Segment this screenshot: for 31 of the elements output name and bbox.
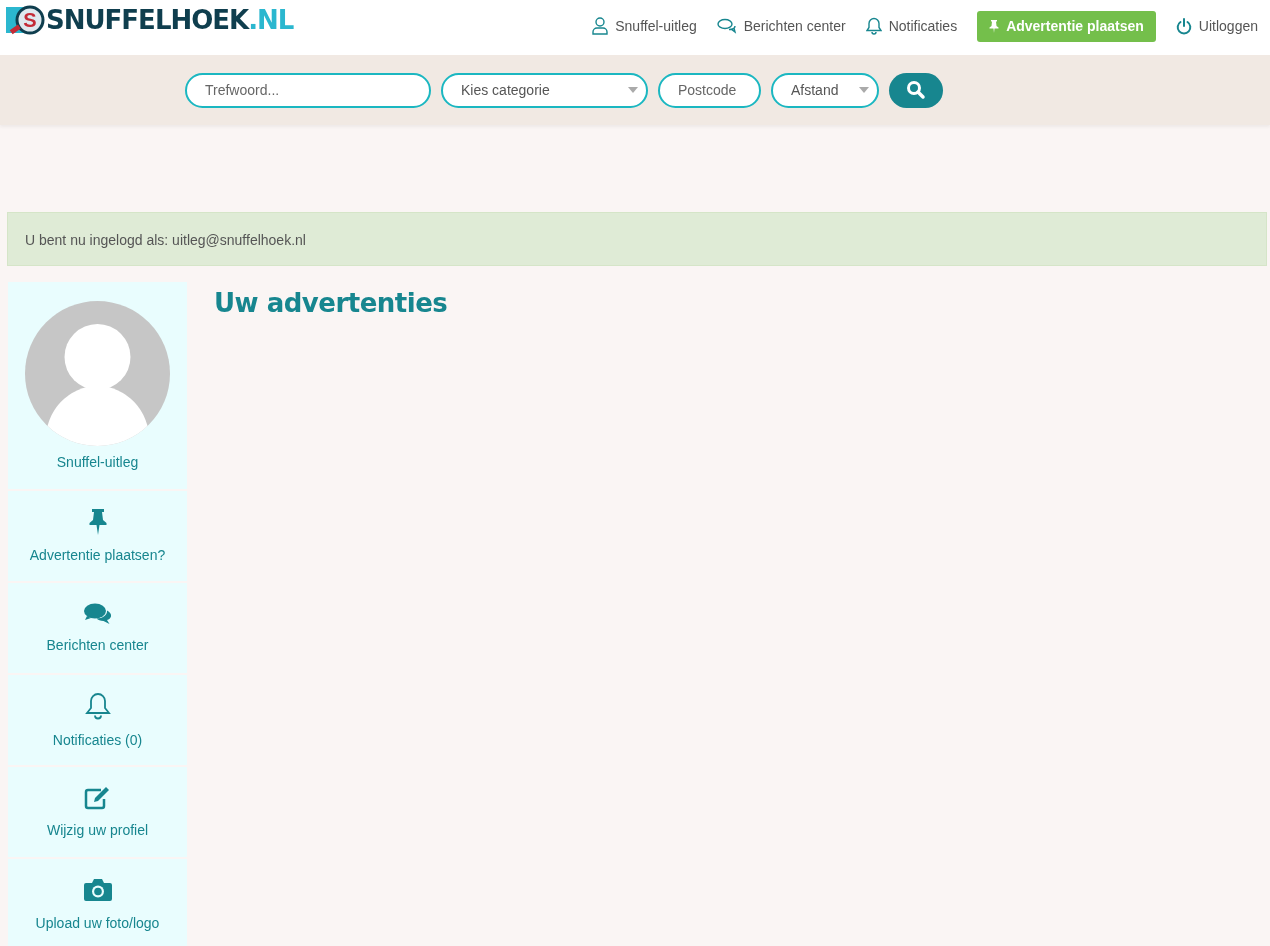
sidebar-item[interactable]: Wijzig uw profiel <box>8 767 187 857</box>
caret-icon <box>628 87 638 93</box>
bell-icon <box>865 17 882 35</box>
caret-icon <box>859 87 869 93</box>
nav-link[interactable]: Uitloggen <box>1175 17 1258 35</box>
sidebar-item[interactable]: Berichten center <box>8 583 187 673</box>
logo[interactable]: S SNUFFELHOEK.NL <box>6 4 294 36</box>
profile-name-link[interactable]: Snuffel-uitleg <box>56 454 139 470</box>
page-heading: Uw advertenties <box>214 288 448 318</box>
distance-dropdown[interactable]: Afstand <box>771 72 879 108</box>
keyword-field[interactable]: Trefwoord... <box>185 72 431 108</box>
nav-link[interactable]: Notificaties <box>865 17 958 35</box>
bell-icon <box>84 692 111 720</box>
nav-link[interactable]: Snuffel-uitleg <box>592 17 697 35</box>
power-icon <box>1175 17 1192 35</box>
user-icon <box>592 17 609 35</box>
sidebar-item[interactable]: Upload uw foto/logo <box>8 859 187 946</box>
edit-icon <box>83 786 112 810</box>
login-alert: U bent nu ingelogd als: uitleg@snuffelhoek.nl <box>7 212 1267 266</box>
chat-icon <box>83 603 112 625</box>
sidebar-item[interactable]: Notificaties (0) <box>8 675 187 765</box>
category-dropdown[interactable]: Kies categorie <box>441 72 648 108</box>
sidebar-item[interactable]: Advertentie plaatsen? <box>8 491 187 581</box>
logo-text: SNUFFELHOEK.NL <box>46 4 294 36</box>
nav-link[interactable]: Berichten center <box>716 18 846 34</box>
chat-icon <box>716 18 737 34</box>
search-button[interactable] <box>889 72 943 108</box>
search-icon <box>906 80 926 100</box>
postcode-field[interactable]: Postcode <box>658 72 761 108</box>
camera-icon <box>82 877 113 903</box>
pin-icon <box>88 509 107 535</box>
